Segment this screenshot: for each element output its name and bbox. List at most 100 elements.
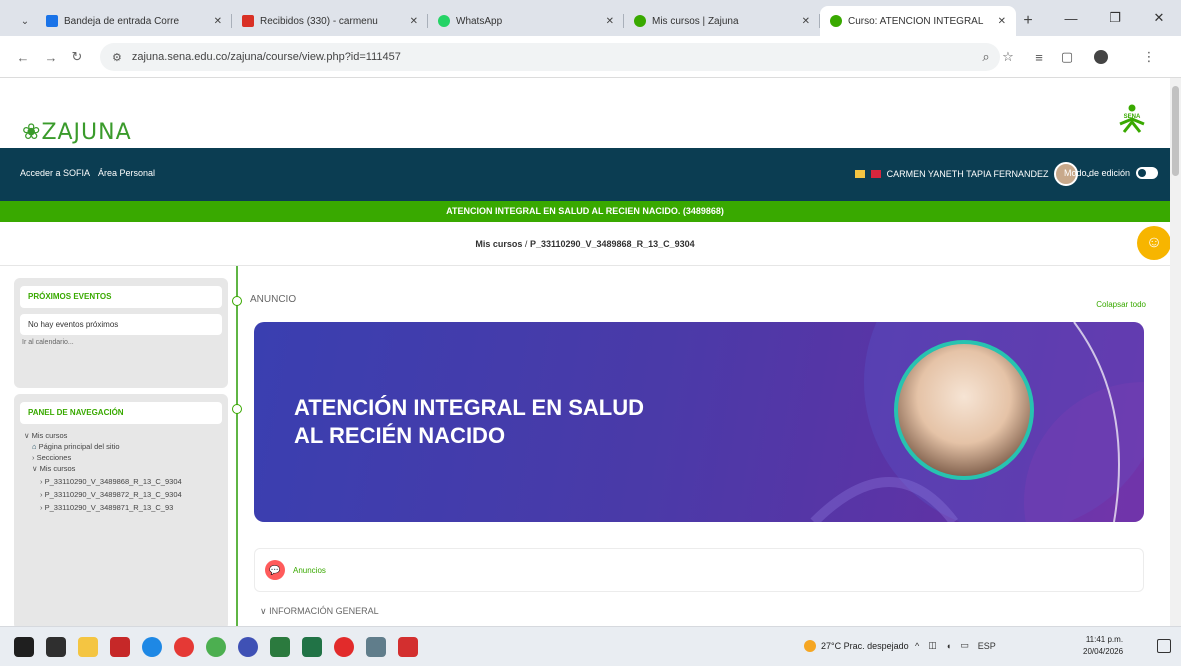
announcements-link[interactable]: Anuncios [293,566,326,575]
scrollbar-thumb[interactable] [1172,86,1179,176]
close-window-icon[interactable]: ✕ [1137,0,1181,36]
zajuna-leaf-icon: ❀ [22,120,42,145]
hero-title: ATENCIÓN INTEGRAL EN SALUD AL RECIÉN NAC… [294,394,644,450]
url-text: zajuna.sena.edu.co/zajuna/course/view.ph… [131,51,401,63]
nav-area-personal-link[interactable]: Área Personal [98,168,155,178]
chrome-profile-icon[interactable] [206,637,226,657]
close-icon[interactable]: ✕ [214,16,222,27]
chevron-up-icon[interactable]: ^ [915,641,919,651]
nav-tree-item[interactable]: ⌂ Página principal del sitio [24,441,218,452]
edit-mode-toggle[interactable]: Modo de edición [1064,167,1158,179]
breadcrumb-current: P_33110290_V_3489868_R_13_C_9304 [529,239,695,249]
browser-tab-2[interactable]: WhatsApp ✕ [428,6,624,36]
hero-title-line: ATENCIÓN INTEGRAL EN SALUD [294,395,644,420]
nav-tree-item[interactable]: › P_33110290_V_3489868_R_13_C_9304 [24,476,218,487]
zajuna-logo[interactable]: ❀ZAJUNA [22,120,132,145]
section-title[interactable]: ANUNCIO [250,294,296,305]
help-assistant-button[interactable]: ☺ [1137,226,1171,260]
browser-tab-1[interactable]: Recibidos (330) - carmenu ✕ [232,6,428,36]
bookmark-star-icon[interactable]: ☆ [997,46,1019,68]
menu-kebab-icon[interactable]: ⋮ [1138,46,1160,68]
url-field[interactable]: ⚙ zajuna.sena.edu.co/zajuna/course/view.… [100,43,1000,71]
zoom-icon[interactable]: ⌕ [975,46,997,68]
announcements-activity[interactable]: 💬 Anuncios [254,548,1144,592]
site-info-icon[interactable]: ⚙ [112,51,122,64]
user-name: CARMEN YANETH TAPIA FERNANDEZ [886,169,1049,179]
tab-title: Mis cursos | Zajuna [652,15,739,27]
main-content: ANUNCIO Colapsar todo ATENCIÓN INTEGRAL … [238,266,1170,626]
calendar-link[interactable]: Ir al calendario... [20,335,222,346]
excel-icon[interactable] [270,637,290,657]
course-banner: ATENCION INTEGRAL EN SALUD AL RECIEN NAC… [0,201,1170,222]
nav-tree-item[interactable]: › P_33110290_V_3489872_R_13_C_9304 [24,489,218,500]
volume-icon[interactable]: ◖ [946,641,951,651]
close-icon[interactable]: ✕ [606,16,614,27]
acrobat-icon[interactable] [398,637,418,657]
chevron-icon: › [40,490,43,499]
block-title: PANEL DE NAVEGACIÓN [20,402,222,424]
user-menu[interactable]: CARMEN YANETH TAPIA FERNANDEZ ⌄ [854,162,1092,186]
maximize-icon[interactable]: ❐ [1093,0,1137,36]
events-empty-text: No hay eventos próximos [20,314,222,335]
assistant-icon: ☺ [1145,234,1163,251]
chevron-down-icon: ∨ [260,606,270,616]
tab-search-icon[interactable]: ⌄ [14,6,36,36]
sidepanel-icon[interactable]: ▢ [1056,46,1078,68]
profile-avatar-icon[interactable] [1090,46,1112,68]
nav-tree-item[interactable]: › Secciones [24,452,218,463]
left-sidebar: PRÓXIMOS EVENTOS No hay eventos próximos… [0,266,236,630]
new-tab-button[interactable]: + [1016,6,1040,36]
clock-date: 20/04/2026 [1083,647,1124,656]
nav-tree-item[interactable]: ∨ Mis cursos [24,430,218,441]
flag-icon[interactable] [854,170,865,178]
nav-tree-label: Página principal del sitio [38,442,120,451]
battery-icon[interactable]: ▭ [960,640,969,651]
taskbar-clock[interactable]: 11:41 p.m. 20/04/2026 [1083,634,1123,658]
windows-start-icon[interactable] [14,637,34,657]
minimize-icon[interactable]: — [1049,0,1093,36]
chevron-icon: ∨ [24,431,30,440]
reload-icon[interactable]: ↻ [66,46,88,68]
file-explorer-icon[interactable] [78,637,98,657]
sena-logo: SENA [1119,104,1145,133]
close-icon[interactable]: ✕ [410,16,418,27]
browser-tab-3[interactable]: Mis cursos | Zajuna ✕ [624,6,820,36]
browser-tab-4[interactable]: Curso: ATENCION INTEGRAL ✕ [820,6,1016,36]
block-title: PRÓXIMOS EVENTOS [20,286,222,308]
home-icon: ⌂ [32,442,37,451]
weather-sun-icon [804,640,816,652]
breadcrumb-separator: / [524,239,528,249]
settings-gear-icon[interactable] [366,637,386,657]
nav-sofia-link[interactable]: Acceder a SOFIA [20,168,90,178]
upcoming-events-block: PRÓXIMOS EVENTOS No hay eventos próximos… [14,278,228,388]
nav-tree-item[interactable]: › P_33110290_V_3489871_R_13_C_93 [24,502,218,513]
zajuna-icon [830,15,842,27]
nav-tree-label: Mis cursos [39,464,76,473]
extensions-icon[interactable]: ≡ [1028,46,1050,68]
network-icon[interactable]: ◫ [928,640,937,651]
app-icon[interactable] [110,637,130,657]
breadcrumb-root[interactable]: Mis cursos [475,239,522,249]
back-icon[interactable]: ← [12,46,34,68]
weather-widget[interactable]: 27°C Prac. despejado [804,640,909,652]
chrome-icon[interactable] [174,637,194,657]
excel-icon[interactable] [302,637,322,657]
task-view-icon[interactable] [46,637,66,657]
nav-tree-item[interactable]: ∨ Mis cursos [24,463,218,474]
zoom-app-icon[interactable] [238,637,258,657]
notification-icon[interactable] [1157,639,1171,653]
nav-tree-label: P_33110290_V_3489868_R_13_C_9304 [44,477,182,486]
close-icon[interactable]: ✕ [998,16,1006,27]
address-bar: ← → ↻ ⚙ zajuna.sena.edu.co/zajuna/course… [0,36,1181,78]
browser-tab-0[interactable]: Bandeja de entrada Corre ✕ [36,6,232,36]
flag-icon[interactable] [870,170,881,178]
edge-icon[interactable] [142,637,162,657]
opera-icon[interactable] [334,637,354,657]
section-title[interactable]: ∨ INFORMACIÓN GENERAL [260,606,379,617]
forward-icon[interactable]: → [40,46,62,68]
close-icon[interactable]: ✕ [802,16,810,27]
keyboard-language[interactable]: ESP [978,641,996,651]
collapse-all-link[interactable]: Colapsar todo [1096,300,1146,309]
toggle-switch[interactable] [1136,167,1158,179]
whatsapp-icon [438,15,450,27]
